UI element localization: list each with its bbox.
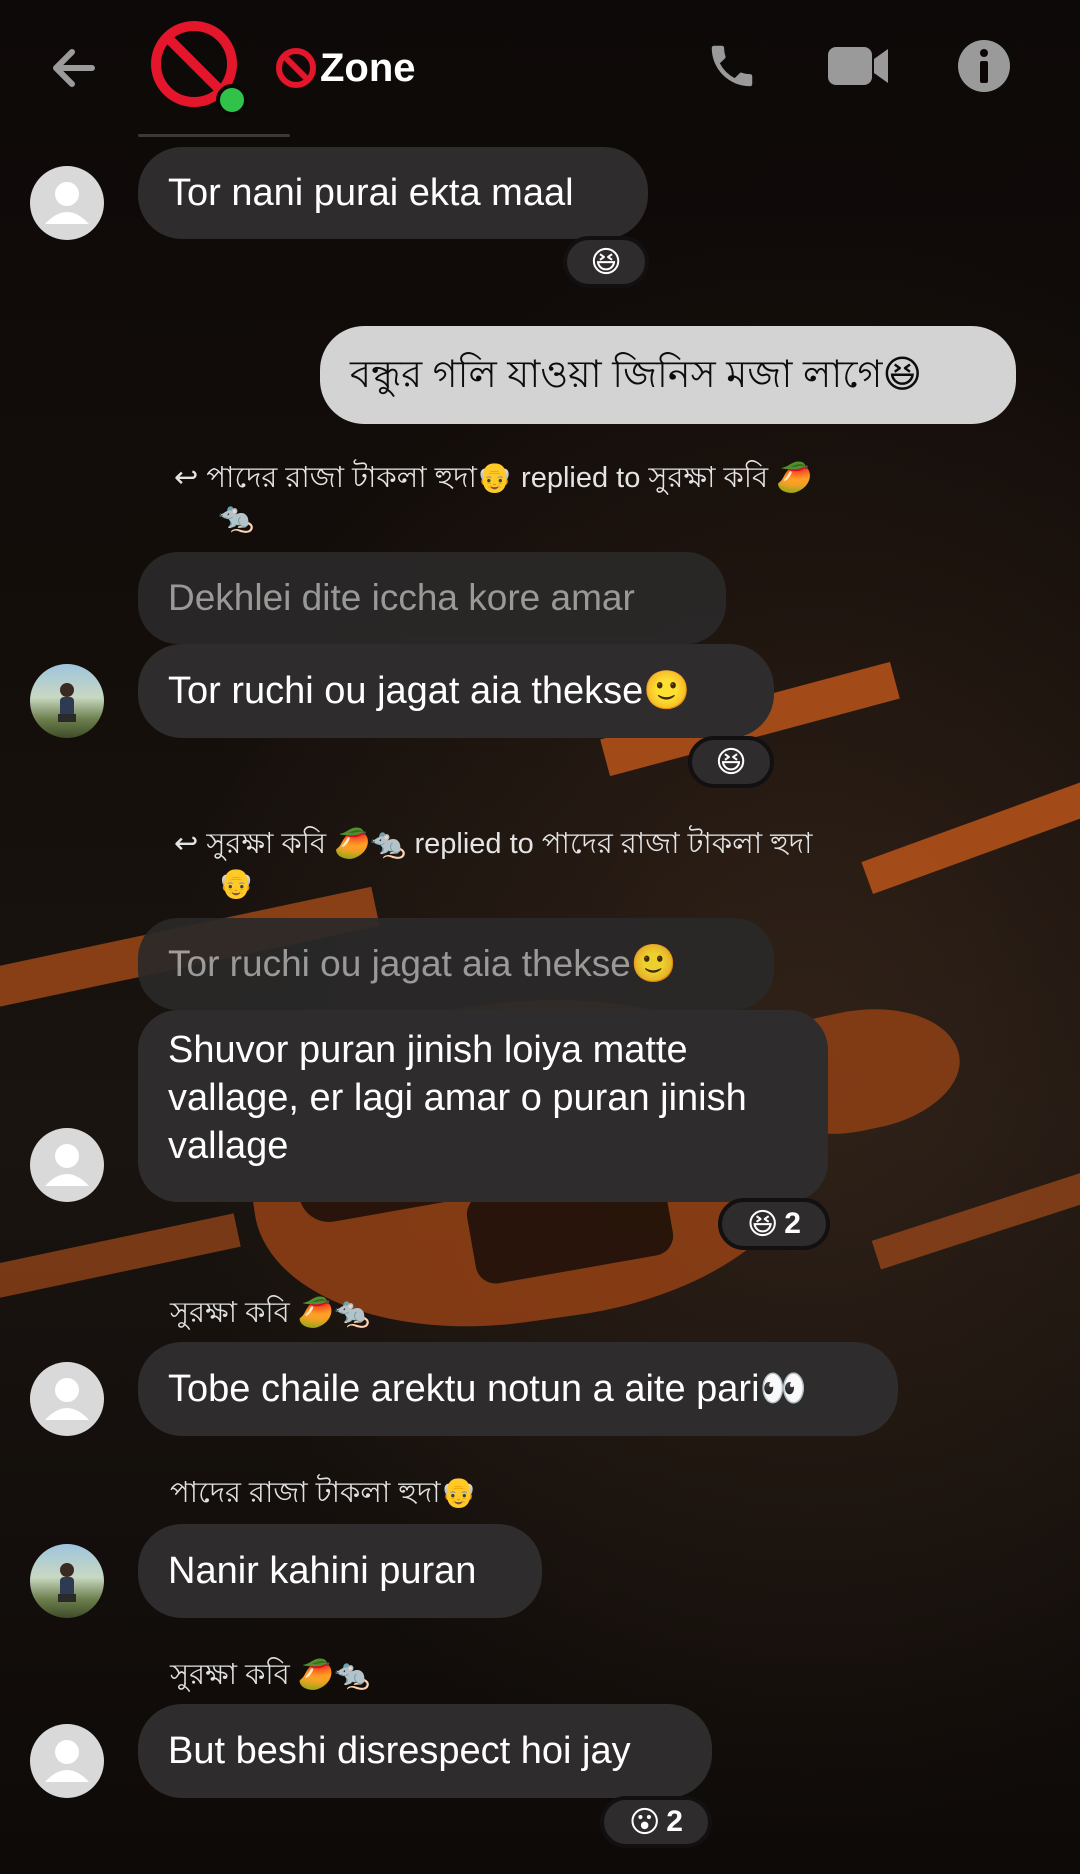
sender-name: পাদের রাজা টাকলা হুদা👴 <box>170 1477 477 1509</box>
message-text: Nanir kahini puran <box>168 1550 477 1592</box>
laughing-emoji-icon: 😆 <box>590 245 622 279</box>
message-bubble[interactable]: Shuvor puran jinish loiya matte vallage,… <box>138 1010 828 1202</box>
info-icon[interactable] <box>952 34 1016 98</box>
quoted-message[interactable]: Dekhlei dite iccha kore amar <box>138 552 726 644</box>
ban-icon <box>276 48 316 88</box>
back-arrow-icon[interactable] <box>44 38 104 98</box>
online-status-dot <box>216 84 248 116</box>
reaction-badge[interactable]: 😆 <box>563 236 649 288</box>
laughing-emoji-icon: 😆 <box>715 745 747 779</box>
message-text: বন্ধুর গলি যাওয়া জিনিস মজা লাগে😆 <box>350 354 923 396</box>
reply-arrow-icon: ↩ <box>174 828 199 860</box>
reply-meta-text-cont: 🐀 <box>218 502 255 534</box>
avatar[interactable] <box>30 1544 104 1618</box>
avatar[interactable] <box>30 1128 104 1202</box>
reply-meta-text: সুরক্ষা কবি 🥭🐀 replied to পাদের রাজা টাক… <box>206 828 813 860</box>
reply-meta-text: পাদের রাজা টাকলা হুদা👴 replied to সুরক্ষ… <box>206 462 813 494</box>
reply-meta: ↩ পাদের রাজা টাকলা হুদা👴 replied to সুরক… <box>174 458 914 538</box>
message-bubble[interactable]: But beshi disrespect hoi jay <box>138 1704 712 1798</box>
sender-name: সুরক্ষা কবি 🥭🐀 <box>170 1659 371 1691</box>
message-text: But beshi disrespect hoi jay <box>168 1730 631 1772</box>
reaction-count: 2 <box>666 1805 683 1838</box>
message-text: Tobe chaile arektu notun a aite pari👀 <box>168 1368 807 1410</box>
message-text: Tor ruchi ou jagat aia thekse🙂 <box>168 670 691 712</box>
reply-meta: ↩ সুরক্ষা কবি 🥭🐀 replied to পাদের রাজা ট… <box>174 824 914 904</box>
message-text: Tor nani purai ekta maal <box>168 172 574 214</box>
laughing-emoji-icon: 😆 <box>747 1207 779 1241</box>
message-bubble[interactable]: Nanir kahini puran <box>138 1524 542 1618</box>
sent-message-bubble[interactable]: বন্ধুর গলি যাওয়া জিনিস মজা লাগে😆 <box>320 326 1016 424</box>
reaction-badge[interactable]: 😆 <box>688 736 774 788</box>
message-text: Shuvor puran jinish loiya matte vallage,… <box>168 1029 747 1167</box>
avatar[interactable] <box>30 664 104 738</box>
video-camera-icon[interactable] <box>826 34 890 98</box>
avatar[interactable] <box>30 1362 104 1436</box>
avatar[interactable] <box>30 166 104 240</box>
reply-arrow-icon: ↩ <box>174 462 199 494</box>
message-bubble[interactable]: Tor nani purai ekta maal <box>138 147 648 239</box>
reply-meta-text-cont: 👴 <box>218 868 255 900</box>
chat-title-text: Zone <box>320 45 416 90</box>
chat-header: Zone <box>0 0 1080 130</box>
reaction-badge[interactable]: 😆 2 <box>718 1198 830 1250</box>
reaction-count: 2 <box>784 1207 801 1240</box>
sender-name: সুরক্ষা কবি 🥭🐀 <box>170 1297 371 1329</box>
quoted-message[interactable]: Tor ruchi ou jagat aia thekse🙂 <box>138 918 774 1010</box>
scroll-edge-divider <box>138 134 290 137</box>
avatar[interactable] <box>30 1724 104 1798</box>
surprised-emoji-icon: 😮 <box>629 1805 661 1839</box>
message-bubble[interactable]: Tor ruchi ou jagat aia thekse🙂 <box>138 644 774 738</box>
phone-icon[interactable] <box>700 34 764 98</box>
message-bubble[interactable]: Tobe chaile arektu notun a aite pari👀 <box>138 1342 898 1436</box>
quoted-text: Tor ruchi ou jagat aia thekse🙂 <box>168 942 677 984</box>
reaction-badge[interactable]: 😮 2 <box>600 1796 712 1848</box>
chat-title[interactable]: Zone <box>274 38 416 98</box>
quoted-text: Dekhlei dite iccha kore amar <box>168 577 635 618</box>
